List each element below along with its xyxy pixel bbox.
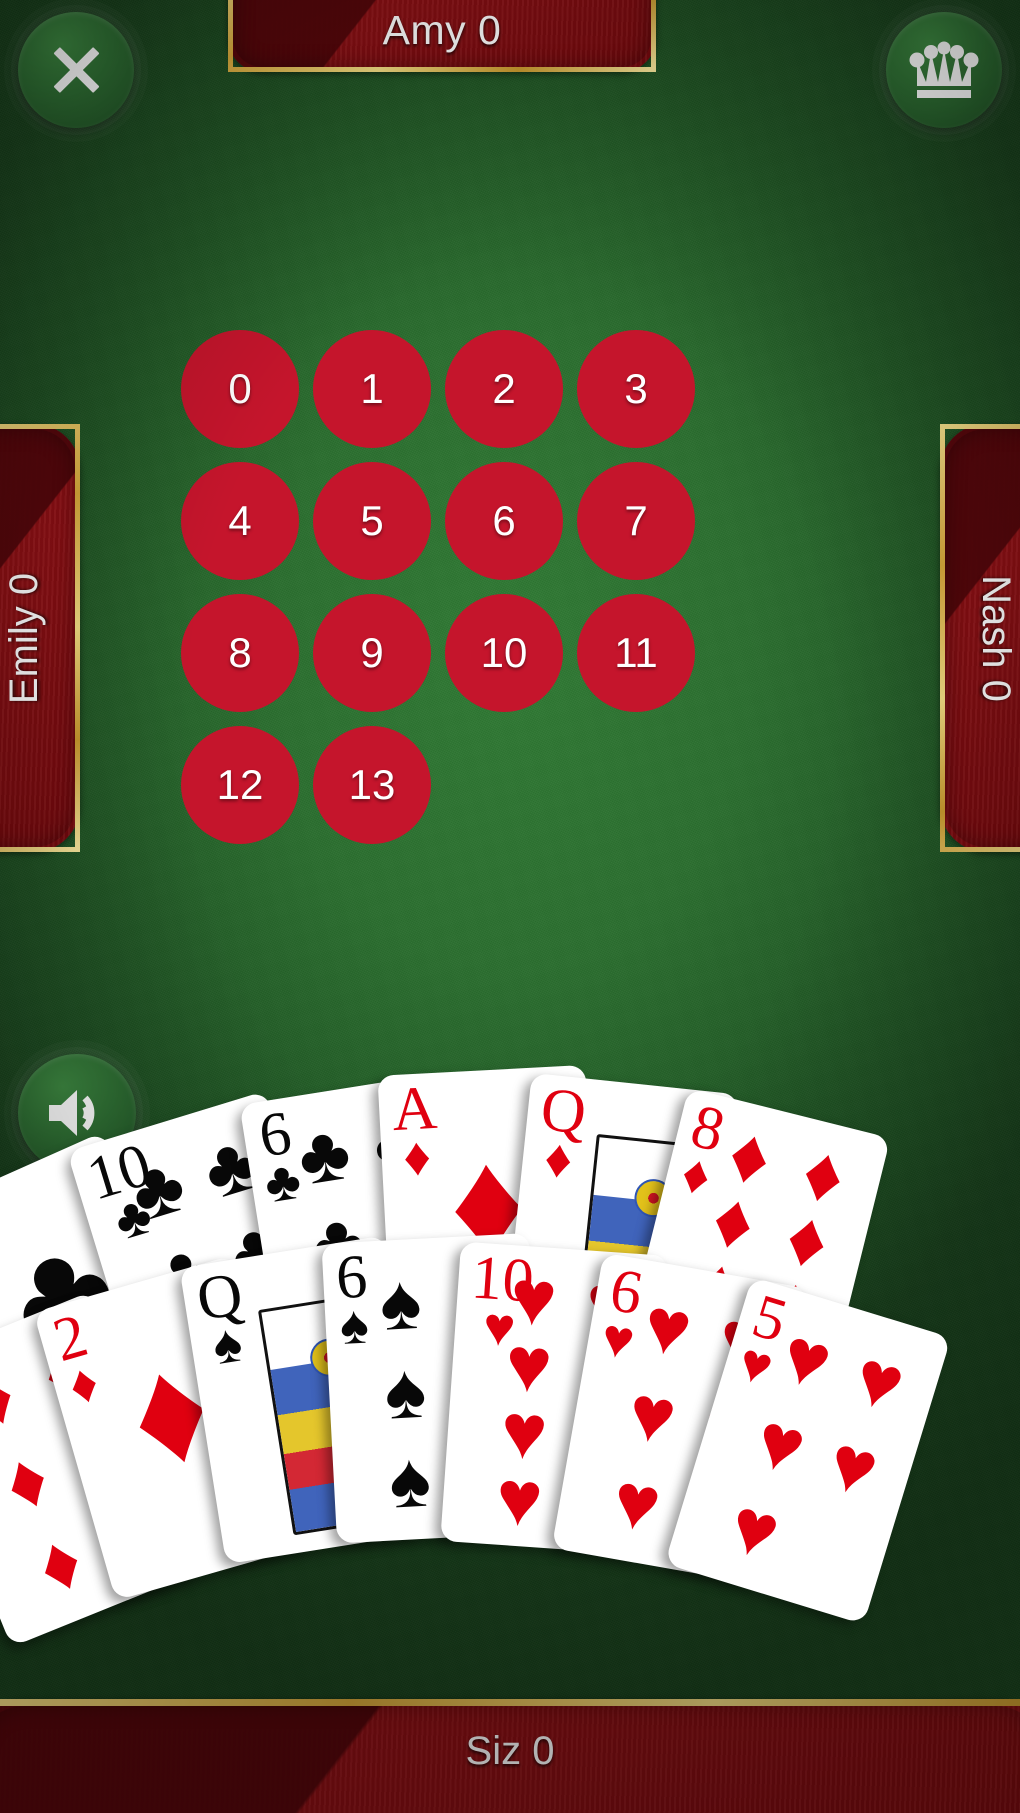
- close-button[interactable]: [18, 12, 134, 128]
- player-plaque-top: Amy 0: [228, 0, 656, 72]
- bid-options-grid: 0 1 2 3 4 5 6 7 8 9 10 11 12 13: [181, 330, 701, 844]
- player-name-top: Amy 0: [382, 6, 502, 53]
- bid-option[interactable]: 1: [313, 330, 431, 448]
- player-plaque-left: Emily 0: [0, 424, 80, 852]
- bid-option[interactable]: 7: [577, 462, 695, 580]
- player-name-left: Emily 0: [2, 572, 47, 704]
- player-plaque-right: Nash 0: [940, 424, 1020, 852]
- crown-button[interactable]: [886, 12, 1002, 128]
- card-suit: ♦: [541, 1127, 576, 1190]
- bid-option[interactable]: 0: [181, 330, 299, 448]
- bid-option[interactable]: 5: [313, 462, 431, 580]
- speaker-icon: [49, 1090, 95, 1136]
- bid-option[interactable]: 3: [577, 330, 695, 448]
- bid-option[interactable]: 10: [445, 594, 563, 712]
- crown-icon: [909, 41, 979, 98]
- player-name-bottom: Siz 0: [465, 1728, 555, 1773]
- bid-option[interactable]: 12: [181, 726, 299, 844]
- card-pips: ♥ ♥ ♥ ♥ ♥: [719, 1309, 915, 1578]
- bid-option[interactable]: 2: [445, 330, 563, 448]
- bid-option[interactable]: 9: [313, 594, 431, 712]
- bid-option[interactable]: 8: [181, 594, 299, 712]
- player-plaque-bottom: Siz 0: [0, 1699, 1020, 1813]
- bid-option[interactable]: 11: [577, 594, 695, 712]
- player-name-right: Nash 0: [973, 574, 1018, 702]
- player-hand: A♣ ♣ 10♣ ♣♣ ♣♣ ♣♣ 6♣ ♣♣ ♣♣ ♣♣ A♦ ♦ Q♦: [0, 0, 1020, 1813]
- bid-option[interactable]: 4: [181, 462, 299, 580]
- close-icon: [48, 42, 104, 98]
- bid-option[interactable]: 13: [313, 726, 431, 844]
- card-suit: ♦: [401, 1125, 433, 1188]
- bid-option[interactable]: 6: [445, 462, 563, 580]
- card-suit: ♦: [61, 1351, 105, 1417]
- game-screen: Amy 0 Emily 0 Nash 0 0 1 2 3 4 5 6 7 8 9: [0, 0, 1020, 1813]
